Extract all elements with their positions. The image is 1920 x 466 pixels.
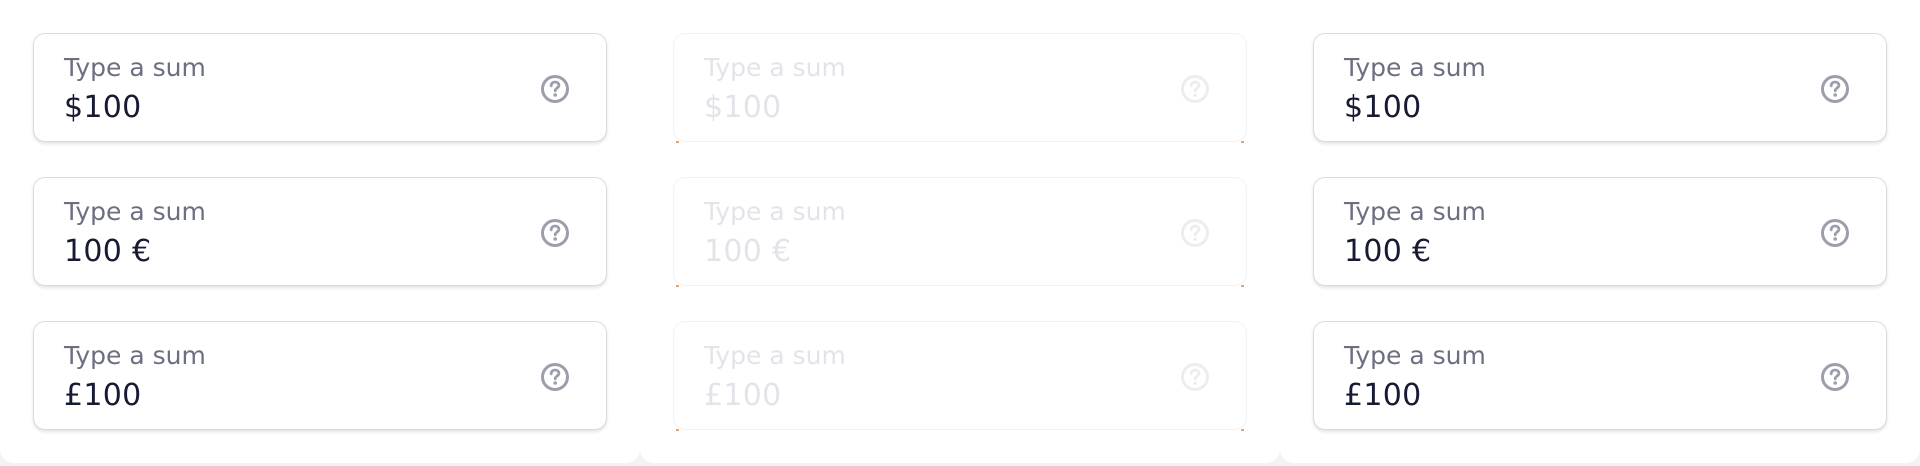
- help-circle-icon[interactable]: [1819, 217, 1851, 249]
- sum-input-value: £100: [704, 378, 782, 413]
- sum-input-usd[interactable]: Type a sum $100: [1313, 33, 1887, 142]
- sum-input-gbp[interactable]: Type a sum £100: [33, 321, 607, 430]
- help-circle-icon[interactable]: [539, 217, 571, 249]
- column-disabled: Type a sum $100 Type a sum 100 € Type a …: [640, 0, 1280, 463]
- sum-input-eur[interactable]: Type a sum 100 €: [33, 177, 607, 286]
- sum-input-value: $100: [704, 90, 782, 125]
- sum-input-gbp[interactable]: Type a sum £100: [1313, 321, 1887, 430]
- sum-input-label: Type a sum: [1344, 197, 1486, 226]
- sum-input-value[interactable]: $100: [64, 89, 142, 127]
- sum-input-gbp-disabled: Type a sum £100: [673, 321, 1247, 431]
- sum-input-label: Type a sum: [704, 197, 846, 226]
- column-enabled-2: Type a sum $100 Type a sum 100 € Type a …: [1280, 0, 1920, 463]
- column-enabled-1: Type a sum $100 Type a sum 100 € Type a …: [0, 0, 640, 463]
- sum-input-value: 100 €: [704, 234, 792, 269]
- help-circle-icon[interactable]: [539, 73, 571, 105]
- help-circle-icon: [1181, 363, 1209, 391]
- help-circle-icon[interactable]: [1819, 73, 1851, 105]
- help-circle-icon[interactable]: [539, 361, 571, 393]
- help-circle-icon: [1181, 75, 1209, 103]
- currency-input-showcase: Type a sum $100 Type a sum 100 € Type a …: [0, 0, 1920, 466]
- sum-input-value[interactable]: $100: [1344, 89, 1422, 127]
- sum-input-eur[interactable]: Type a sum 100 €: [1313, 177, 1887, 286]
- sum-input-label: Type a sum: [704, 341, 846, 370]
- sum-input-usd-disabled: Type a sum $100: [673, 33, 1247, 143]
- sum-input-value[interactable]: £100: [1344, 377, 1422, 415]
- sum-input-label: Type a sum: [704, 53, 846, 82]
- sum-input-usd[interactable]: Type a sum $100: [33, 33, 607, 142]
- sum-input-value[interactable]: £100: [64, 377, 142, 415]
- help-circle-icon: [1181, 219, 1209, 247]
- sum-input-label: Type a sum: [64, 53, 206, 82]
- help-circle-icon[interactable]: [1819, 361, 1851, 393]
- sum-input-label: Type a sum: [64, 341, 206, 370]
- sum-input-value[interactable]: 100 €: [1344, 233, 1431, 271]
- sum-input-value[interactable]: 100 €: [64, 233, 151, 271]
- sum-input-label: Type a sum: [1344, 53, 1486, 82]
- sum-input-eur-disabled: Type a sum 100 €: [673, 177, 1247, 287]
- sum-input-label: Type a sum: [64, 197, 206, 226]
- sum-input-label: Type a sum: [1344, 341, 1486, 370]
